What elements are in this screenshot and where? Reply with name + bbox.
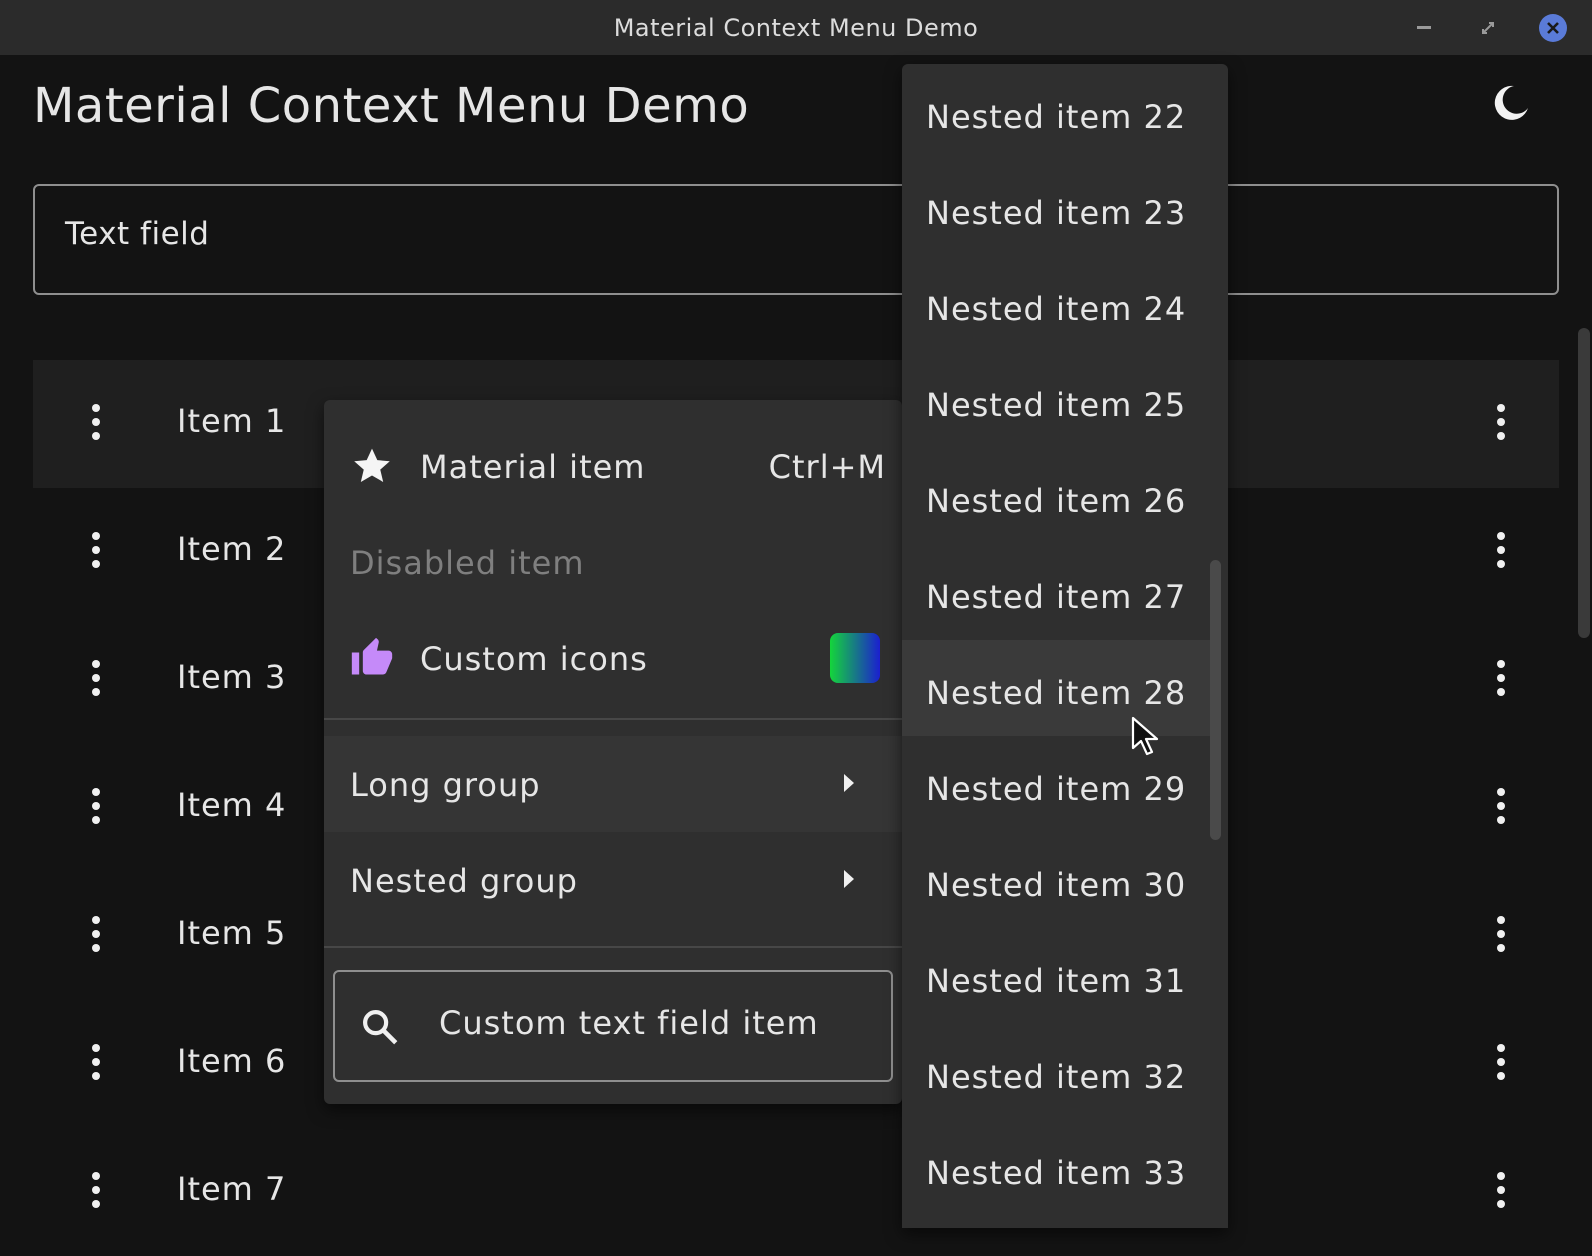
submenu-item[interactable]: Nested item 30 [902,832,1210,928]
window-title: Material Context Menu Demo [613,14,979,42]
list-item-label: Item 3 [177,658,287,696]
submenu-item-label: Nested item 22 [926,98,1187,136]
submenu-item[interactable]: Nested item 27 [902,544,1210,640]
close-button[interactable] [1539,14,1567,42]
list-item-label: Item 5 [177,914,287,952]
chevron-right-icon [844,870,854,888]
submenu-item-label: Nested item 23 [926,194,1187,232]
text-field[interactable]: Text field [33,184,1559,295]
more-vert-icon[interactable] [92,788,100,824]
list-item-label: Item 7 [177,1170,287,1208]
submenu-item-label: Nested item 27 [926,578,1187,616]
submenu-item-label: Nested item 32 [926,1058,1187,1096]
search-field-label: Custom text field item [439,1004,819,1042]
restore-icon [1482,22,1494,34]
more-vert-icon[interactable] [1497,1044,1505,1080]
menu-item-label: Material item [420,448,646,486]
page-scrollbar[interactable] [1578,328,1590,638]
menu-item-long-group[interactable]: Long group [324,736,902,832]
submenu-item[interactable]: Nested item 22 [902,64,1210,160]
submenu-item[interactable]: Nested item 26 [902,448,1210,544]
minimize-button[interactable] [1410,14,1438,42]
list-item-label: Item 4 [177,786,287,824]
star-icon [354,448,390,482]
chevron-right-icon [844,774,854,792]
context-menu: Material item Ctrl+M Disabled item Custo… [324,400,902,1104]
submenu-item-hovered[interactable]: Nested item 28 [902,640,1210,736]
more-vert-icon[interactable] [92,916,100,952]
mouse-cursor-icon [1131,716,1159,756]
more-vert-icon[interactable] [92,1172,100,1208]
more-vert-icon[interactable] [92,532,100,568]
more-vert-icon[interactable] [1497,660,1505,696]
menu-item-label: Disabled item [350,544,585,582]
submenu-item[interactable]: Nested item 25 [902,352,1210,448]
minimize-icon [1417,26,1431,29]
moon-icon [1494,85,1528,120]
menu-item-custom-icons[interactable]: Custom icons [324,610,902,706]
close-icon [1547,22,1559,34]
list-item-label: Item 1 [177,402,287,440]
search-icon [363,1010,398,1045]
submenu-item[interactable]: Nested item 29 [902,736,1210,832]
more-vert-icon[interactable] [1497,788,1505,824]
submenu-item[interactable]: Nested item 23 [902,160,1210,256]
thumbs-up-icon [351,637,393,675]
menu-search-field[interactable]: Custom text field item [333,970,893,1082]
more-vert-icon[interactable] [1497,916,1505,952]
page-title: Material Context Menu Demo [33,78,750,134]
submenu-scrollbar[interactable] [1210,560,1221,840]
nested-submenu: Nested item 22 Nested item 23 Nested ite… [902,64,1228,1228]
text-field-label: Text field [65,216,210,252]
submenu-item[interactable]: Nested item 31 [902,928,1210,1024]
submenu-item-label: Nested item 26 [926,482,1187,520]
menu-item-nested-group[interactable]: Nested group [324,832,902,928]
menu-item-label: Long group [350,766,541,804]
more-vert-icon[interactable] [92,1044,100,1080]
submenu-item[interactable]: Nested item 24 [902,256,1210,352]
more-vert-icon[interactable] [1497,1172,1505,1208]
list-item-label: Item 2 [177,530,287,568]
submenu-item-label: Nested item 24 [926,290,1187,328]
more-vert-icon[interactable] [92,404,100,440]
submenu-item-label: Nested item 31 [926,962,1187,1000]
menu-item-material[interactable]: Material item Ctrl+M [324,418,902,514]
list-item-label: Item 6 [177,1042,287,1080]
more-vert-icon[interactable] [1497,404,1505,440]
gradient-swatch-icon [830,633,880,683]
theme-toggle-button[interactable] [1490,82,1532,124]
submenu-item-label: Nested item 30 [926,866,1187,904]
submenu-item-label: Nested item 29 [926,770,1187,808]
menu-item-label: Custom icons [420,640,648,678]
submenu-item[interactable]: Nested item 33 [902,1120,1210,1216]
menu-item-disabled: Disabled item [324,514,902,610]
window-titlebar: Material Context Menu Demo [0,0,1592,55]
more-vert-icon[interactable] [1497,532,1505,568]
maximize-button[interactable] [1474,14,1502,42]
submenu-item-label: Nested item 28 [926,674,1187,712]
menu-item-label: Nested group [350,862,578,900]
submenu-item[interactable]: Nested item 32 [902,1024,1210,1120]
submenu-item-label: Nested item 33 [926,1154,1187,1192]
menu-divider [324,718,902,720]
menu-item-shortcut: Ctrl+M [768,448,886,486]
more-vert-icon[interactable] [92,660,100,696]
list-item[interactable]: Item 7 [33,1128,1559,1256]
menu-divider [324,946,902,948]
submenu-item-label: Nested item 25 [926,386,1187,424]
